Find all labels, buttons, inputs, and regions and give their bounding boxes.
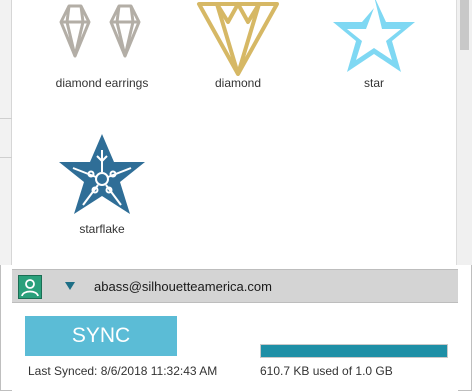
library-item-diamond-earrings[interactable]: diamond earrings bbox=[37, 0, 167, 90]
storage-usage-text: 610.7 KB used of 1.0 GB bbox=[260, 364, 393, 378]
diamond-earrings-icon bbox=[59, 4, 141, 58]
diamond-icon bbox=[197, 2, 279, 76]
storage-usage-bar bbox=[260, 344, 448, 358]
starflake-icon bbox=[59, 134, 145, 214]
account-email: abass@silhouetteamerica.com bbox=[94, 279, 272, 294]
library-item-label: starflake bbox=[79, 222, 125, 236]
account-bar: abass@silhouetteamerica.com bbox=[12, 269, 458, 303]
sync-panel: SYNC Last Synced: 8/6/2018 11:32:43 AM 6… bbox=[12, 304, 458, 391]
design-library-grid: diamond earrings diamond star starflake bbox=[13, 0, 455, 265]
sync-button[interactable]: SYNC bbox=[25, 316, 177, 356]
library-item-label: diamond earrings bbox=[55, 76, 149, 90]
user-icon bbox=[21, 279, 39, 297]
last-synced-text: Last Synced: 8/6/2018 11:32:43 AM bbox=[28, 364, 218, 378]
chevron-down-icon[interactable] bbox=[64, 279, 76, 293]
library-item-label: diamond bbox=[214, 76, 262, 90]
panel-splitter[interactable] bbox=[0, 118, 12, 158]
library-scrollbar[interactable] bbox=[456, 0, 472, 265]
library-item-starflake[interactable]: starflake bbox=[37, 130, 167, 236]
library-item-star[interactable]: star bbox=[309, 0, 439, 90]
user-avatar[interactable] bbox=[18, 275, 42, 299]
scrollbar-thumb[interactable] bbox=[460, 0, 469, 50]
star-icon bbox=[333, 0, 415, 72]
left-panel-edge bbox=[0, 0, 12, 265]
library-item-label: star bbox=[363, 76, 384, 90]
storage-usage-fill bbox=[261, 345, 447, 357]
library-item-diamond[interactable]: diamond bbox=[173, 0, 303, 90]
